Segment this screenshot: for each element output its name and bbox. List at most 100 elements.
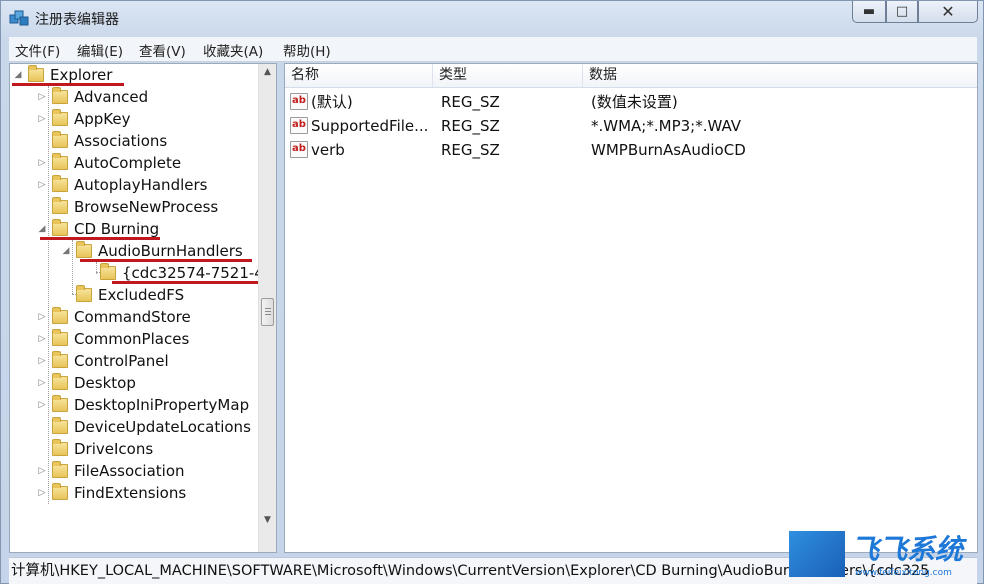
tree-item-controlpanel[interactable]: ▷ ControlPanel: [36, 350, 169, 372]
folder-icon: [52, 351, 68, 368]
collapsed-arrow-icon[interactable]: ▷: [36, 158, 48, 168]
scroll-up-button[interactable]: ▲: [259, 64, 276, 81]
expanded-arrow-icon[interactable]: ◢: [60, 246, 72, 256]
highlight-underline: [112, 281, 260, 284]
tree-item-label: CommonPlaces: [74, 330, 190, 348]
folder-icon: [28, 65, 44, 82]
folder-icon: [52, 329, 68, 346]
arrow-up-icon: ▲: [264, 67, 271, 77]
tree-item-commonplaces[interactable]: ▷ CommonPlaces: [36, 328, 189, 350]
maximize-icon: □: [895, 4, 909, 19]
value-name: verb: [311, 141, 345, 159]
tree-item-label: AudioBurnHandlers: [98, 242, 243, 260]
list-header: 名称 类型 数据: [285, 64, 977, 88]
tree-scrollbar[interactable]: ▲ ▼: [258, 64, 276, 552]
folder-icon: [52, 461, 68, 478]
string-value-icon: ab: [290, 117, 308, 134]
collapsed-arrow-icon[interactable]: ▷: [36, 400, 48, 410]
tree-item-findextensions[interactable]: ▷ FindExtensions: [36, 482, 186, 504]
tree-item-label: AutoComplete: [74, 154, 182, 172]
tree-item-deviceupdatelocations[interactable]: DeviceUpdateLocations: [36, 416, 251, 438]
tree-item-label: {cdc32574-7521-4: [122, 264, 264, 282]
tree-item-label: Associations: [74, 132, 168, 150]
tree-item-label: AutoplayHandlers: [74, 176, 208, 194]
folder-icon: [52, 109, 68, 126]
tree-item-desktop[interactable]: ▷ Desktop: [36, 372, 136, 394]
collapsed-arrow-icon[interactable]: ▷: [36, 92, 48, 102]
tree-item-advanced[interactable]: ▷ Advanced: [36, 86, 148, 108]
maximize-button[interactable]: □: [886, 1, 918, 23]
tree-item-label: DriveIcons: [74, 440, 154, 458]
folder-icon: [52, 153, 68, 170]
expanded-arrow-icon[interactable]: ◢: [12, 70, 24, 80]
highlight-underline: [40, 237, 160, 240]
collapsed-arrow-icon[interactable]: ▷: [36, 180, 48, 190]
arrow-down-icon: ▼: [264, 515, 271, 525]
folder-icon: [76, 285, 92, 302]
value-type: REG_SZ: [441, 141, 500, 159]
column-header-type[interactable]: 类型: [433, 64, 583, 87]
tree-item-associations[interactable]: Associations: [36, 130, 167, 152]
title-bar[interactable]: 注册表编辑器 ▬ □ ✕: [1, 1, 983, 35]
watermark-url: www.feifeixitong.com: [855, 568, 952, 578]
value-data: *.WMA;*.MP3;*.WAV: [591, 117, 742, 135]
string-value-icon: ab: [290, 141, 308, 158]
watermark-logo-icon: [789, 531, 845, 577]
tree-item-desktopinipropertymap[interactable]: ▷ DesktopIniPropertyMap: [36, 394, 249, 416]
folder-icon: [52, 131, 68, 148]
tree-item-appkey[interactable]: ▷ AppKey: [36, 108, 131, 130]
tree-item-label: Advanced: [74, 88, 149, 106]
tree-item-label: ControlPanel: [74, 352, 169, 370]
column-header-name[interactable]: 名称: [285, 64, 433, 87]
watermark-brand: 飞飞系统: [851, 533, 964, 566]
collapsed-arrow-icon[interactable]: ▷: [36, 378, 48, 388]
tree-item-fileassociation[interactable]: ▷ FileAssociation: [36, 460, 185, 482]
collapsed-arrow-icon[interactable]: ▷: [36, 466, 48, 476]
tree-item-label: DeviceUpdateLocations: [74, 418, 251, 436]
tree-item-label: FileAssociation: [74, 462, 185, 480]
tree-item-autoplayhandlers[interactable]: ▷ AutoplayHandlers: [36, 174, 207, 196]
highlight-underline: [80, 259, 252, 262]
list-row[interactable]: ab verb REG_SZ WMPBurnAsAudioCD: [285, 138, 977, 162]
window-title: 注册表编辑器: [35, 12, 119, 28]
key-tree-pane[interactable]: ◢ Explorer ▷ Advanced ▷ AppKey Associati…: [9, 63, 277, 553]
tree-item-browsenewprocess[interactable]: BrowseNewProcess: [36, 196, 218, 218]
expanded-arrow-icon[interactable]: ◢: [36, 224, 48, 234]
menu-favorites[interactable]: 收藏夹(A): [203, 40, 263, 60]
tree-item-label: FindExtensions: [74, 484, 187, 502]
collapsed-arrow-icon[interactable]: ▷: [36, 356, 48, 366]
minimize-button[interactable]: ▬: [852, 1, 886, 23]
list-row[interactable]: ab SupportedFile... REG_SZ *.WMA;*.MP3;*…: [285, 114, 977, 138]
collapsed-arrow-icon[interactable]: ▷: [36, 114, 48, 124]
collapsed-arrow-icon[interactable]: ▷: [36, 334, 48, 344]
tree-item-driveicons[interactable]: DriveIcons: [36, 438, 153, 460]
scroll-thumb[interactable]: [261, 298, 274, 326]
folder-icon: [52, 417, 68, 434]
close-icon: ✕: [941, 2, 955, 21]
collapsed-arrow-icon[interactable]: ▷: [36, 488, 48, 498]
menu-edit[interactable]: 编辑(E): [77, 40, 123, 60]
value-name: (默认): [311, 93, 353, 111]
menu-help[interactable]: 帮助(H): [283, 40, 331, 60]
list-row[interactable]: ab (默认) REG_SZ (数值未设置): [285, 90, 977, 114]
watermark: 飞飞系统 www.feifeixitong.com: [789, 528, 979, 584]
tree-item-excludedfs[interactable]: ExcludedFS: [60, 284, 184, 306]
folder-icon: [52, 373, 68, 390]
tree-item-autocomplete[interactable]: ▷ AutoComplete: [36, 152, 181, 174]
tree-item-commandstore[interactable]: ▷ CommandStore: [36, 306, 191, 328]
column-header-data[interactable]: 数据: [583, 64, 977, 87]
scroll-down-button[interactable]: ▼: [259, 512, 276, 529]
menu-view[interactable]: 查看(V): [139, 40, 186, 60]
string-value-icon: ab: [290, 93, 308, 110]
folder-icon: [52, 307, 68, 324]
menu-bar: 文件(F) 编辑(E) 查看(V) 收藏夹(A) 帮助(H): [9, 37, 977, 62]
regedit-icon: [9, 10, 29, 26]
value-data: (数值未设置): [591, 93, 678, 111]
menu-file[interactable]: 文件(F): [15, 40, 60, 60]
collapsed-arrow-icon[interactable]: ▷: [36, 312, 48, 322]
folder-icon: [52, 395, 68, 412]
value-name: SupportedFile...: [311, 117, 429, 135]
tree-item-label: CommandStore: [74, 308, 191, 326]
values-list-pane[interactable]: 名称 类型 数据 ab (默认) REG_SZ (数值未设置) ab Suppo…: [284, 63, 978, 553]
close-button[interactable]: ✕: [918, 1, 978, 23]
